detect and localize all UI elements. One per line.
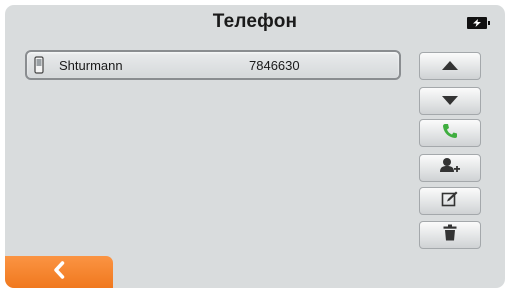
battery-charging-icon (467, 17, 490, 29)
call-icon (442, 123, 458, 144)
contact-name: Shturmann (59, 58, 123, 73)
edit-button[interactable] (419, 187, 481, 215)
arrow-down-icon (442, 92, 458, 110)
add-contact-icon (439, 157, 461, 180)
phone-screen: Телефон Shturmann 7846630 (5, 5, 505, 288)
back-button[interactable] (5, 256, 113, 288)
page-title: Телефон (212, 11, 298, 32)
delete-button[interactable] (419, 221, 481, 249)
arrow-up-icon (442, 57, 458, 75)
edit-icon (441, 191, 459, 212)
scroll-up-button[interactable] (419, 52, 481, 80)
contact-list-item[interactable]: Shturmann 7846630 (25, 50, 401, 80)
scroll-down-button[interactable] (419, 87, 481, 115)
trash-icon (443, 224, 457, 246)
call-button[interactable] (419, 119, 481, 147)
mobile-phone-icon (34, 56, 44, 79)
contact-number: 7846630 (249, 58, 300, 73)
add-contact-button[interactable] (419, 154, 481, 182)
chevron-left-icon (53, 260, 65, 284)
